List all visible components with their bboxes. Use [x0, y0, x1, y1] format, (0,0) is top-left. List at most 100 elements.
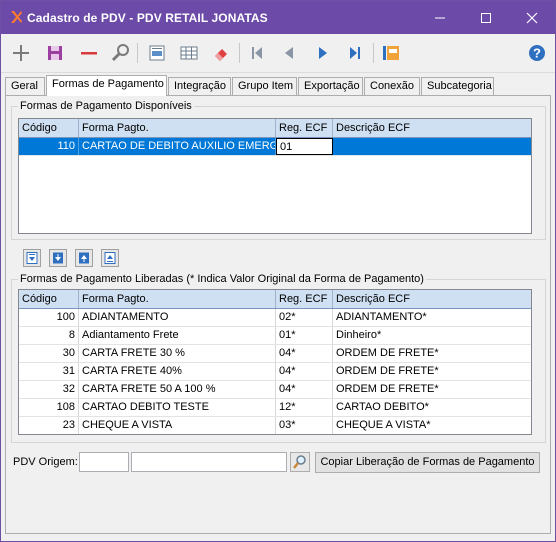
pdv-origem-code-input[interactable]	[79, 452, 129, 472]
cell-reg-ecf: 03*	[276, 417, 333, 434]
table-row[interactable]: 108 CARTAO DEBITO TESTE 12* CARTAO DEBIT…	[19, 399, 531, 417]
cell-descricao: ADIANTAMENTO*	[336, 311, 427, 323]
tab-integracao[interactable]: Integração	[168, 77, 231, 95]
released-group-label: Formas de Pagamento Liberadas (* Indica …	[18, 273, 426, 285]
table-row[interactable]: 32 CARTA FRETE 50 A 100 % 04* ORDEM DE F…	[19, 381, 531, 399]
next-icon	[319, 47, 327, 59]
report-button[interactable]	[145, 41, 169, 65]
table-row[interactable]: 30 CARTA FRETE 30 % 04* ORDEM DE FRETE*	[19, 345, 531, 363]
available-group-label: Formas de Pagamento Disponíveis	[18, 100, 194, 112]
grid-button[interactable]	[177, 41, 201, 65]
available-grid[interactable]: Código Forma Pagto. Reg. ECF Descrição E…	[18, 118, 532, 234]
column-header-reg-ecf[interactable]: Reg. ECF	[276, 119, 333, 137]
move-up-button[interactable]	[75, 249, 93, 267]
grid-header: Código Forma Pagto. Reg. ECF Descrição E…	[19, 290, 531, 309]
tab-conexao[interactable]: Conexão	[364, 77, 420, 95]
previous-record-button[interactable]	[277, 41, 301, 65]
window-title: Cadastro de PDV - PDV RETAIL JONATAS	[27, 11, 268, 25]
move-all-down-button[interactable]	[49, 249, 67, 267]
app-icon	[11, 11, 22, 23]
minimize-button[interactable]	[417, 1, 463, 34]
prev-icon	[285, 47, 293, 59]
cell-forma: CARTA FRETE 40%	[79, 363, 276, 380]
last-icon	[350, 47, 360, 59]
tab-label: Exportação	[304, 80, 360, 92]
column-header-descricao-ecf[interactable]: Descrição ECF	[333, 119, 531, 137]
column-header-codigo[interactable]: Código	[19, 290, 79, 308]
cell-descricao: CARTAO DEBITO*	[336, 401, 429, 413]
cell-forma: CARTA FRETE 30 %	[79, 345, 276, 362]
add-button[interactable]	[9, 41, 33, 65]
save-button[interactable]	[43, 41, 67, 65]
remove-icon	[81, 52, 97, 55]
maximize-icon	[481, 13, 491, 23]
column-header-forma[interactable]: Forma Pagto.	[79, 119, 276, 137]
tab-label: Conexão	[370, 80, 415, 92]
help-icon: ?	[529, 45, 545, 61]
toolbar-separator	[137, 43, 138, 63]
cell-reg-ecf-editor[interactable]: 01	[276, 138, 333, 155]
maximize-button[interactable]	[463, 1, 509, 34]
tab-grupo-item[interactable]: Grupo Item	[232, 77, 297, 95]
next-record-button[interactable]	[311, 41, 335, 65]
window: Cadastro de PDV - PDV RETAIL JONATAS ? G…	[0, 0, 556, 542]
export-button[interactable]	[379, 41, 403, 65]
cell-forma: Adiantamento Frete	[79, 327, 276, 344]
pdv-origem-label: PDV Origem:	[13, 456, 78, 468]
move-up-icon	[79, 252, 89, 264]
cell-descricao: ORDEM DE FRETE*	[336, 383, 439, 395]
move-all-up-button[interactable]	[101, 249, 119, 267]
cell-forma: CHEQUE A VISTA	[79, 417, 276, 434]
search-button[interactable]	[109, 41, 133, 65]
move-down-button[interactable]	[23, 249, 41, 267]
toolbar-separator	[239, 43, 240, 63]
table-row[interactable]: 100 ADIANTAMENTO 02* ADIANTAMENTO*	[19, 309, 531, 327]
cell-codigo: 110	[19, 138, 79, 155]
grid-header: Código Forma Pagto. Reg. ECF Descrição E…	[19, 119, 531, 138]
remove-button[interactable]	[77, 41, 101, 65]
svg-text:?: ?	[533, 46, 541, 61]
pdv-origem-search-button[interactable]	[290, 452, 310, 472]
table-row[interactable]: 23 CHEQUE A VISTA 03* CHEQUE A VISTA*	[19, 417, 531, 434]
cell-codigo: 8	[19, 327, 79, 344]
cell-descricao: ORDEM DE FRETE*	[336, 347, 439, 359]
toolbar: ?	[1, 34, 555, 73]
export-icon	[383, 46, 399, 60]
pdv-origem-name-input[interactable]	[131, 452, 287, 472]
table-row[interactable]: 110 CARTAO DE DEBITO AUXILIO EMERGEN 01	[19, 138, 531, 156]
cell-reg-ecf: 04*	[276, 381, 333, 398]
save-icon	[48, 46, 62, 60]
column-header-descricao-ecf[interactable]: Descrição ECF	[333, 290, 531, 308]
grid-icon	[180, 46, 198, 60]
column-header-reg-ecf[interactable]: Reg. ECF	[276, 290, 333, 308]
close-icon	[526, 12, 538, 24]
tab-label: Integração	[174, 80, 226, 92]
help-button[interactable]: ?	[525, 41, 549, 65]
last-record-button[interactable]	[343, 41, 367, 65]
eraser-button[interactable]	[209, 41, 233, 65]
cell-codigo: 32	[19, 381, 79, 398]
tab-formas-de-pagamento[interactable]: Formas de Pagamento	[46, 75, 167, 96]
cell-descricao	[333, 138, 531, 155]
cell-reg-ecf: 02*	[276, 309, 333, 326]
tab-geral[interactable]: Geral	[5, 77, 45, 95]
cell-codigo: 31	[19, 363, 79, 380]
cell-descricao: CHEQUE A VISTA*	[336, 419, 431, 431]
table-row[interactable]: 31 CARTA FRETE 40% 04* ORDEM DE FRETE*	[19, 363, 531, 381]
cell-reg-ecf: 04*	[276, 363, 333, 380]
tab-exportacao[interactable]: Exportação	[298, 77, 363, 95]
first-record-button[interactable]	[245, 41, 269, 65]
tab-subcategoria[interactable]: Subcategoria	[421, 77, 494, 95]
move-all-up-icon	[104, 252, 116, 264]
column-header-codigo[interactable]: Código	[19, 119, 79, 137]
cell-descricao: Dinheiro*	[336, 329, 382, 341]
minimize-icon	[435, 17, 445, 19]
title-bar[interactable]: Cadastro de PDV - PDV RETAIL JONATAS	[1, 1, 555, 34]
close-button[interactable]	[509, 1, 555, 34]
move-down-icon	[26, 252, 38, 264]
copy-liberacao-button[interactable]: Copiar Liberação de Formas de Pagamento	[315, 452, 540, 473]
released-grid[interactable]: Código Forma Pagto. Reg. ECF Descrição E…	[18, 289, 532, 435]
table-row[interactable]: 8 Adiantamento Frete 01* Dinheiro*	[19, 327, 531, 345]
column-header-forma[interactable]: Forma Pagto.	[79, 290, 276, 308]
cell-forma: CARTAO DE DEBITO AUXILIO EMERGEN	[79, 138, 276, 155]
